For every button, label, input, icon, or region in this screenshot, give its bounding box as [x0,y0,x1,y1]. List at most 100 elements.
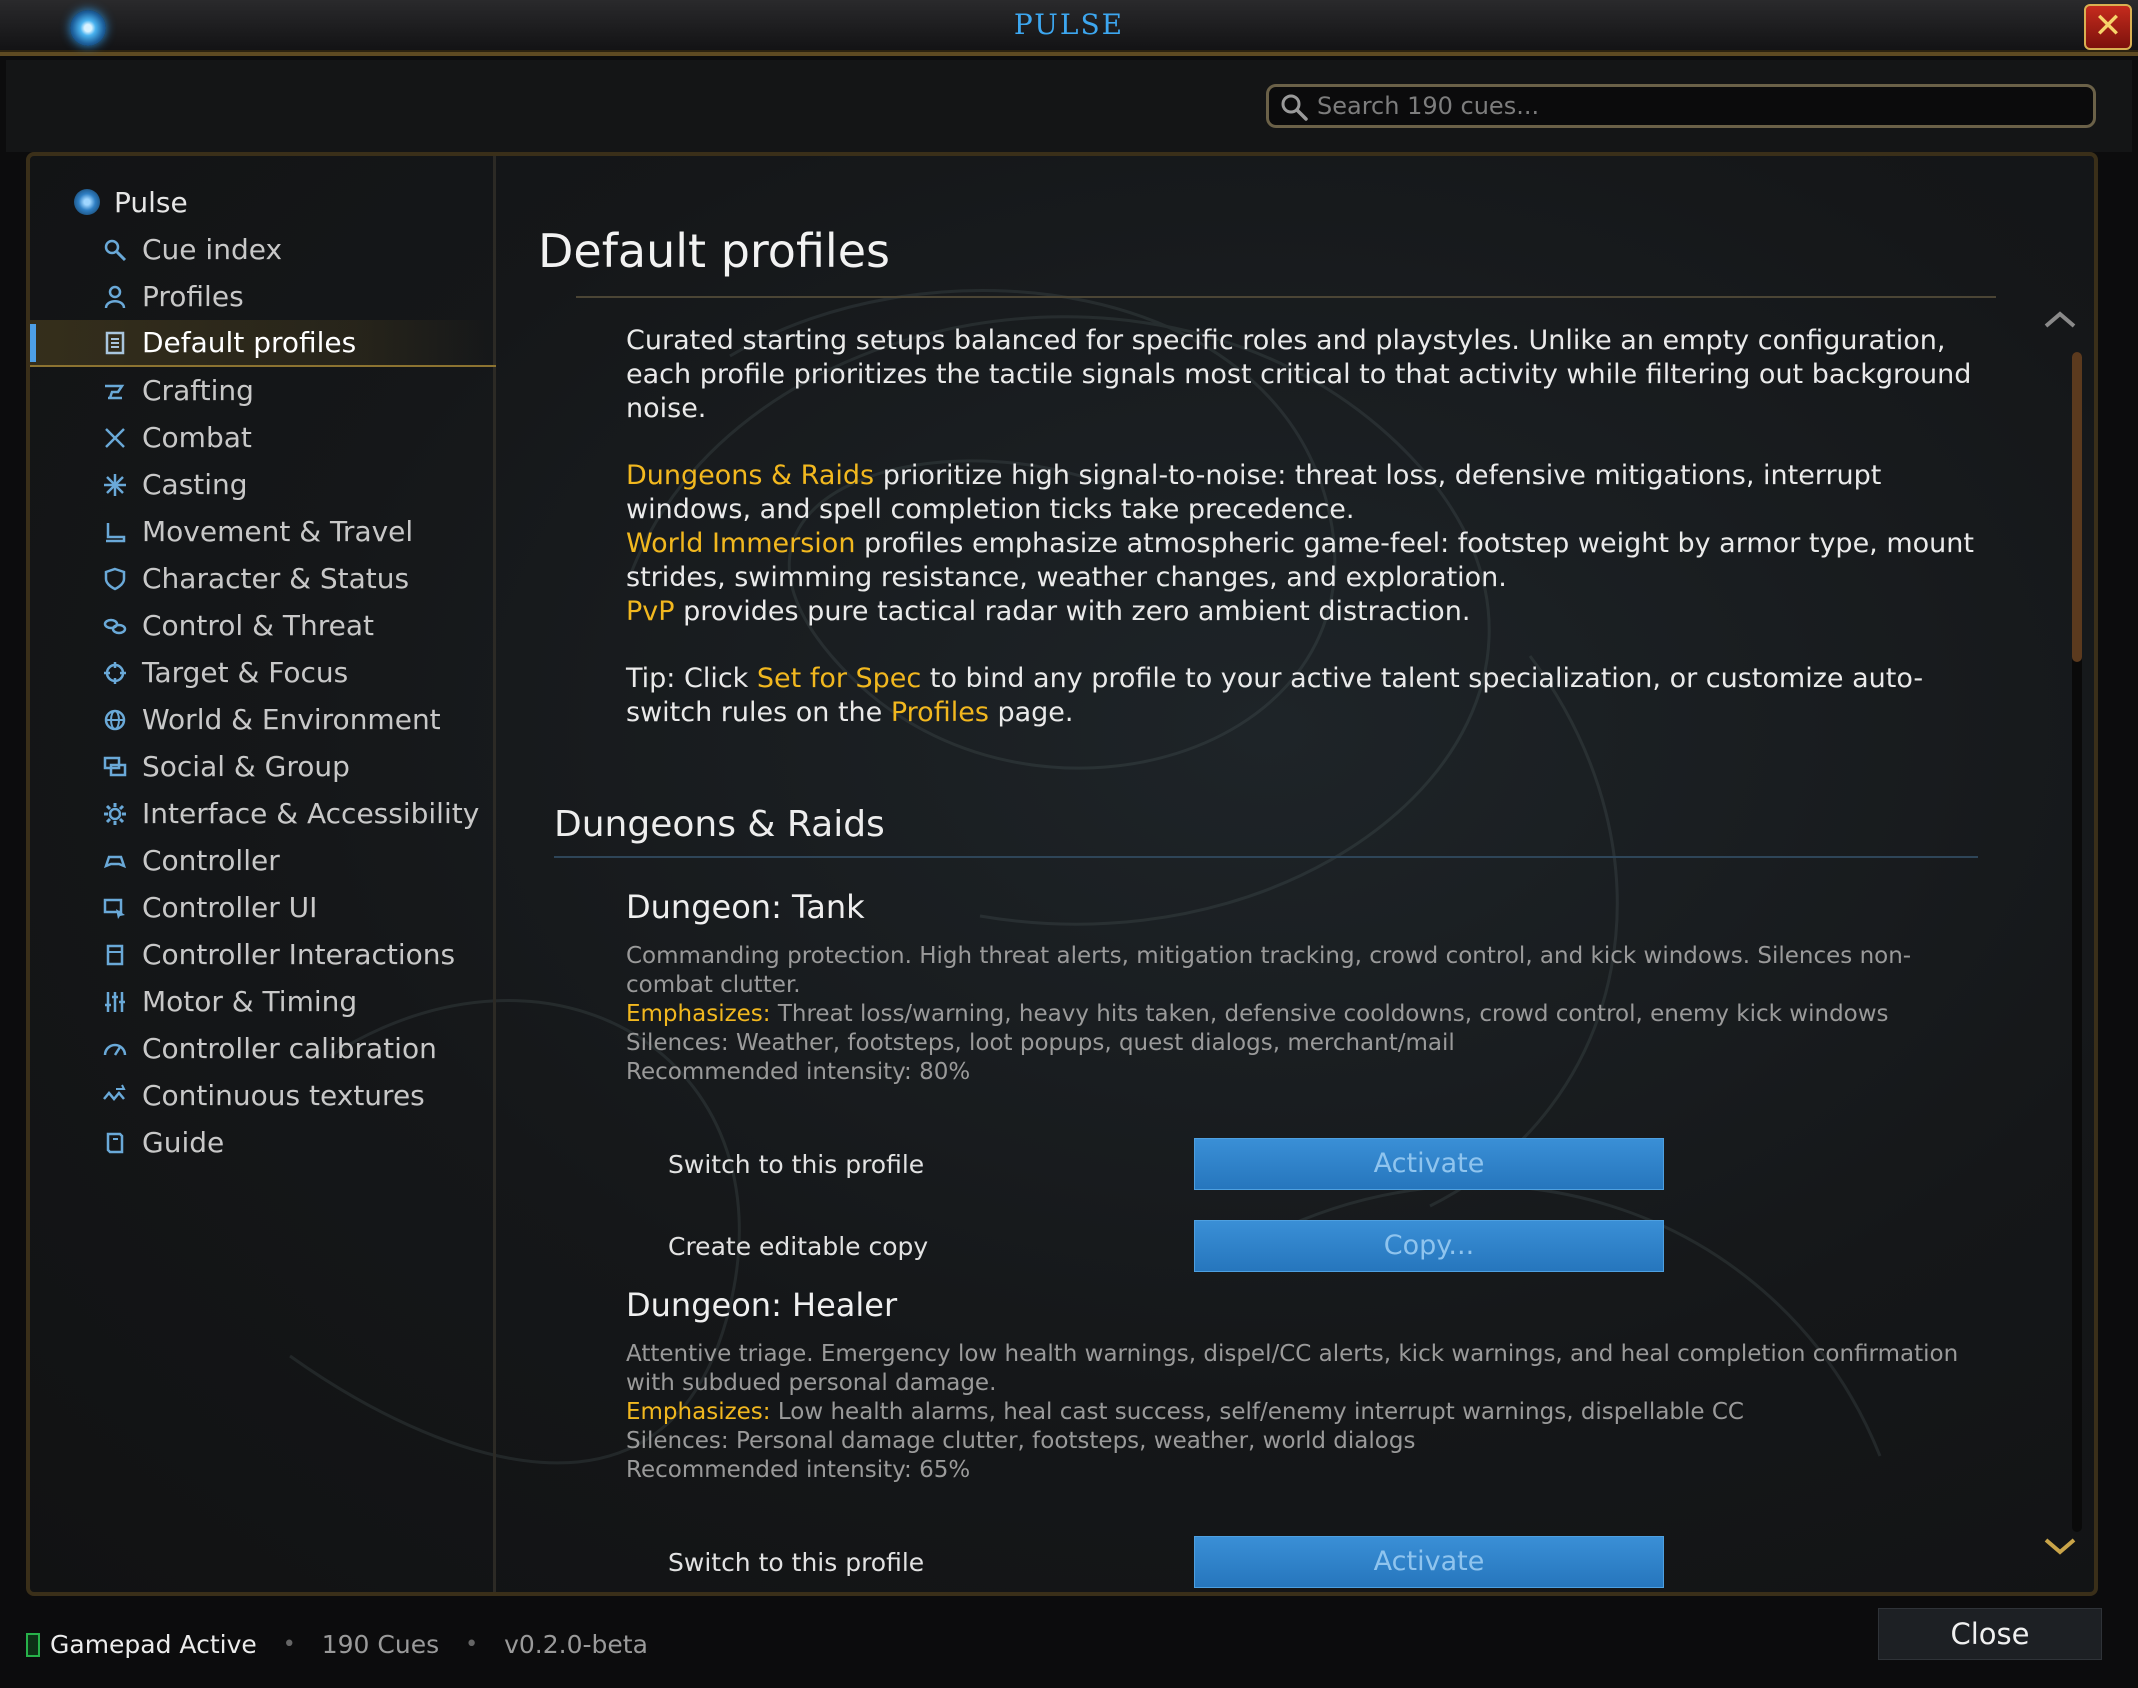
sidebar-item-casting[interactable]: Casting [30,461,496,508]
separator-dot: • [282,1632,296,1657]
sidebar-item-crafting[interactable]: Crafting [30,367,496,414]
search-icon [1281,94,1308,121]
profile-types-paragraph: Dungeons & Raids prioritize high signal-… [626,459,1986,629]
copy-profile-row: Create editable copy Copy... [668,1220,1728,1272]
main-frame: Pulse Cue index Profiles Default profile… [26,152,2098,1596]
tip-suffix: page. [988,697,1074,728]
activate-button[interactable]: Activate [1194,1138,1664,1190]
sidebar-item-default-profiles[interactable]: Default profiles [30,320,496,367]
profile-emphasizes: Emphasizes: Low health alarms, heal cast… [626,1398,1996,1427]
footer: Gamepad Active • 190 Cues • v0.2.0-beta … [0,1600,2138,1688]
intro-text: Curated starting setups balanced for spe… [626,324,1986,763]
profile-description: Attentive triage. Emergency low health w… [626,1340,1996,1485]
copy-button[interactable]: Copy... [1194,1220,1664,1272]
sidebar-item-controller[interactable]: Controller [30,837,496,884]
document-icon [105,331,125,354]
sidebar-item-world-environment[interactable]: World & Environment [30,696,496,743]
sidebar-item-label: Social & Group [142,750,350,783]
pvp-term: PvP [626,596,675,627]
sidebar-item-label: Controller Interactions [142,938,456,971]
profile-dungeon-healer: Dungeon: Healer Attentive triage. Emerge… [626,1286,1996,1485]
sidebar-item-label: Target & Focus [142,656,349,689]
profile-name: Dungeon: Healer [626,1286,898,1324]
tip-paragraph: Tip: Click Set for Spec to bind any prof… [626,662,1986,730]
chat-icon [103,756,127,776]
activate-button[interactable]: Activate [1194,1536,1664,1588]
gauge-icon [103,1043,127,1056]
search-box[interactable] [1266,84,2096,128]
sidebar-item-label: Movement & Travel [142,515,414,548]
sidebar-item-label: Control & Threat [142,609,374,642]
profiles-page-link[interactable]: Profiles [891,697,989,728]
sidebar-item-label: World & Environment [142,703,441,736]
profile-summary: Attentive triage. Emergency low health w… [626,1341,1959,1396]
sidebar-item-interface-accessibility[interactable]: Interface & Accessibility [30,790,496,837]
copy-profile-label: Create editable copy [668,1232,929,1261]
gear-icon [104,802,126,825]
sidebar-item-controller-calibration[interactable]: Controller calibration [30,1025,496,1072]
emphasizes-label: Emphasizes: [626,1001,771,1027]
sidebar-root-pulse[interactable]: Pulse [74,182,188,222]
sidebar-item-label: Character & Status [142,562,410,595]
status-bar: Gamepad Active • 190 Cues • v0.2.0-beta [26,1630,648,1659]
sidebar-item-combat[interactable]: Combat [30,414,496,461]
profile-description: Commanding protection. High threat alert… [626,942,1996,1087]
sidebar-item-motor-timing[interactable]: Motor & Timing [30,978,496,1025]
search-icon [104,239,127,261]
switch-profile-row: Switch to this profile Activate [668,1536,1728,1588]
sidebar-item-label: Controller calibration [142,1032,437,1065]
cue-count: 190 Cues [321,1630,440,1659]
globe-icon [104,709,126,730]
sidebar-item-cue-index[interactable]: Cue index [30,226,496,273]
sidebar-item-controller-ui[interactable]: Controller UI [30,884,496,931]
sidebar-item-movement-travel[interactable]: Movement & Travel [30,508,496,555]
scroll-down-arrow-icon[interactable] [2040,1532,2080,1562]
sidebar-item-label: Casting [142,468,248,501]
set-for-spec-link[interactable]: Set for Spec [757,663,921,694]
sidebar-item-control-threat[interactable]: Control & Threat [30,602,496,649]
sidebar-item-target-focus[interactable]: Target & Focus [30,649,496,696]
sidebar-item-label: Controller UI [142,891,318,924]
sidebar-item-continuous-textures[interactable]: Continuous textures [30,1072,496,1119]
gamepad-icon [103,855,127,868]
switch-profile-label: Switch to this profile [668,1548,925,1577]
scroll-up-arrow-icon[interactable] [2040,304,2080,334]
emphasizes-label: Emphasizes: [626,1399,771,1425]
sidebar-item-social-group[interactable]: Social & Group [30,743,496,790]
section-heading: Dungeons & Raids [554,804,885,845]
scrollbar-thumb[interactable] [2072,352,2082,662]
sidebar-item-profiles[interactable]: Profiles [30,273,496,320]
sidebar-root-label: Pulse [114,185,188,219]
sidebar-item-controller-interactions[interactable]: Controller Interactions [30,931,496,978]
sidebar-item-character-status[interactable]: Character & Status [30,555,496,602]
anvil-icon [105,384,125,399]
crosshair-icon [104,661,126,684]
sidebar-item-label: Controller [142,844,280,877]
pulse-orb-icon [74,189,100,215]
chain-icon [103,618,127,634]
close-button[interactable]: Close [1878,1608,2102,1660]
sidebar: Pulse Cue index Profiles Default profile… [30,156,496,1592]
emphasizes-text: Threat loss/warning, heavy hits taken, d… [770,1001,1889,1027]
profile-silences: Silences: Weather, footsteps, loot popup… [626,1030,1455,1056]
profile-emphasizes: Emphasizes: Threat loss/warning, heavy h… [626,1000,1996,1029]
sidebar-item-label: Default profiles [142,326,357,359]
hand-icon [106,944,124,965]
profile-name: Dungeon: Tank [626,888,865,926]
shield-icon [104,567,126,590]
profile-dungeon-tank: Dungeon: Tank Commanding protection. Hig… [626,888,1996,1087]
sidebar-item-label: Combat [142,421,252,454]
page-title: Default profiles [538,224,890,278]
title-divider [576,296,1996,298]
switch-profile-label: Switch to this profile [668,1150,925,1179]
sidebar-item-guide[interactable]: Guide [30,1119,496,1166]
section-divider [554,856,1978,858]
separator-dot: • [465,1632,479,1657]
tip-prefix: Tip: Click [626,663,757,694]
search-input[interactable] [1317,89,2077,123]
close-icon[interactable]: ✕ [2084,4,2132,50]
gamepad-status-indicator-icon [26,1632,40,1657]
boot-icon [106,522,126,542]
sidebar-item-label: Continuous textures [142,1079,425,1112]
scrollbar-track[interactable] [2072,352,2082,1532]
